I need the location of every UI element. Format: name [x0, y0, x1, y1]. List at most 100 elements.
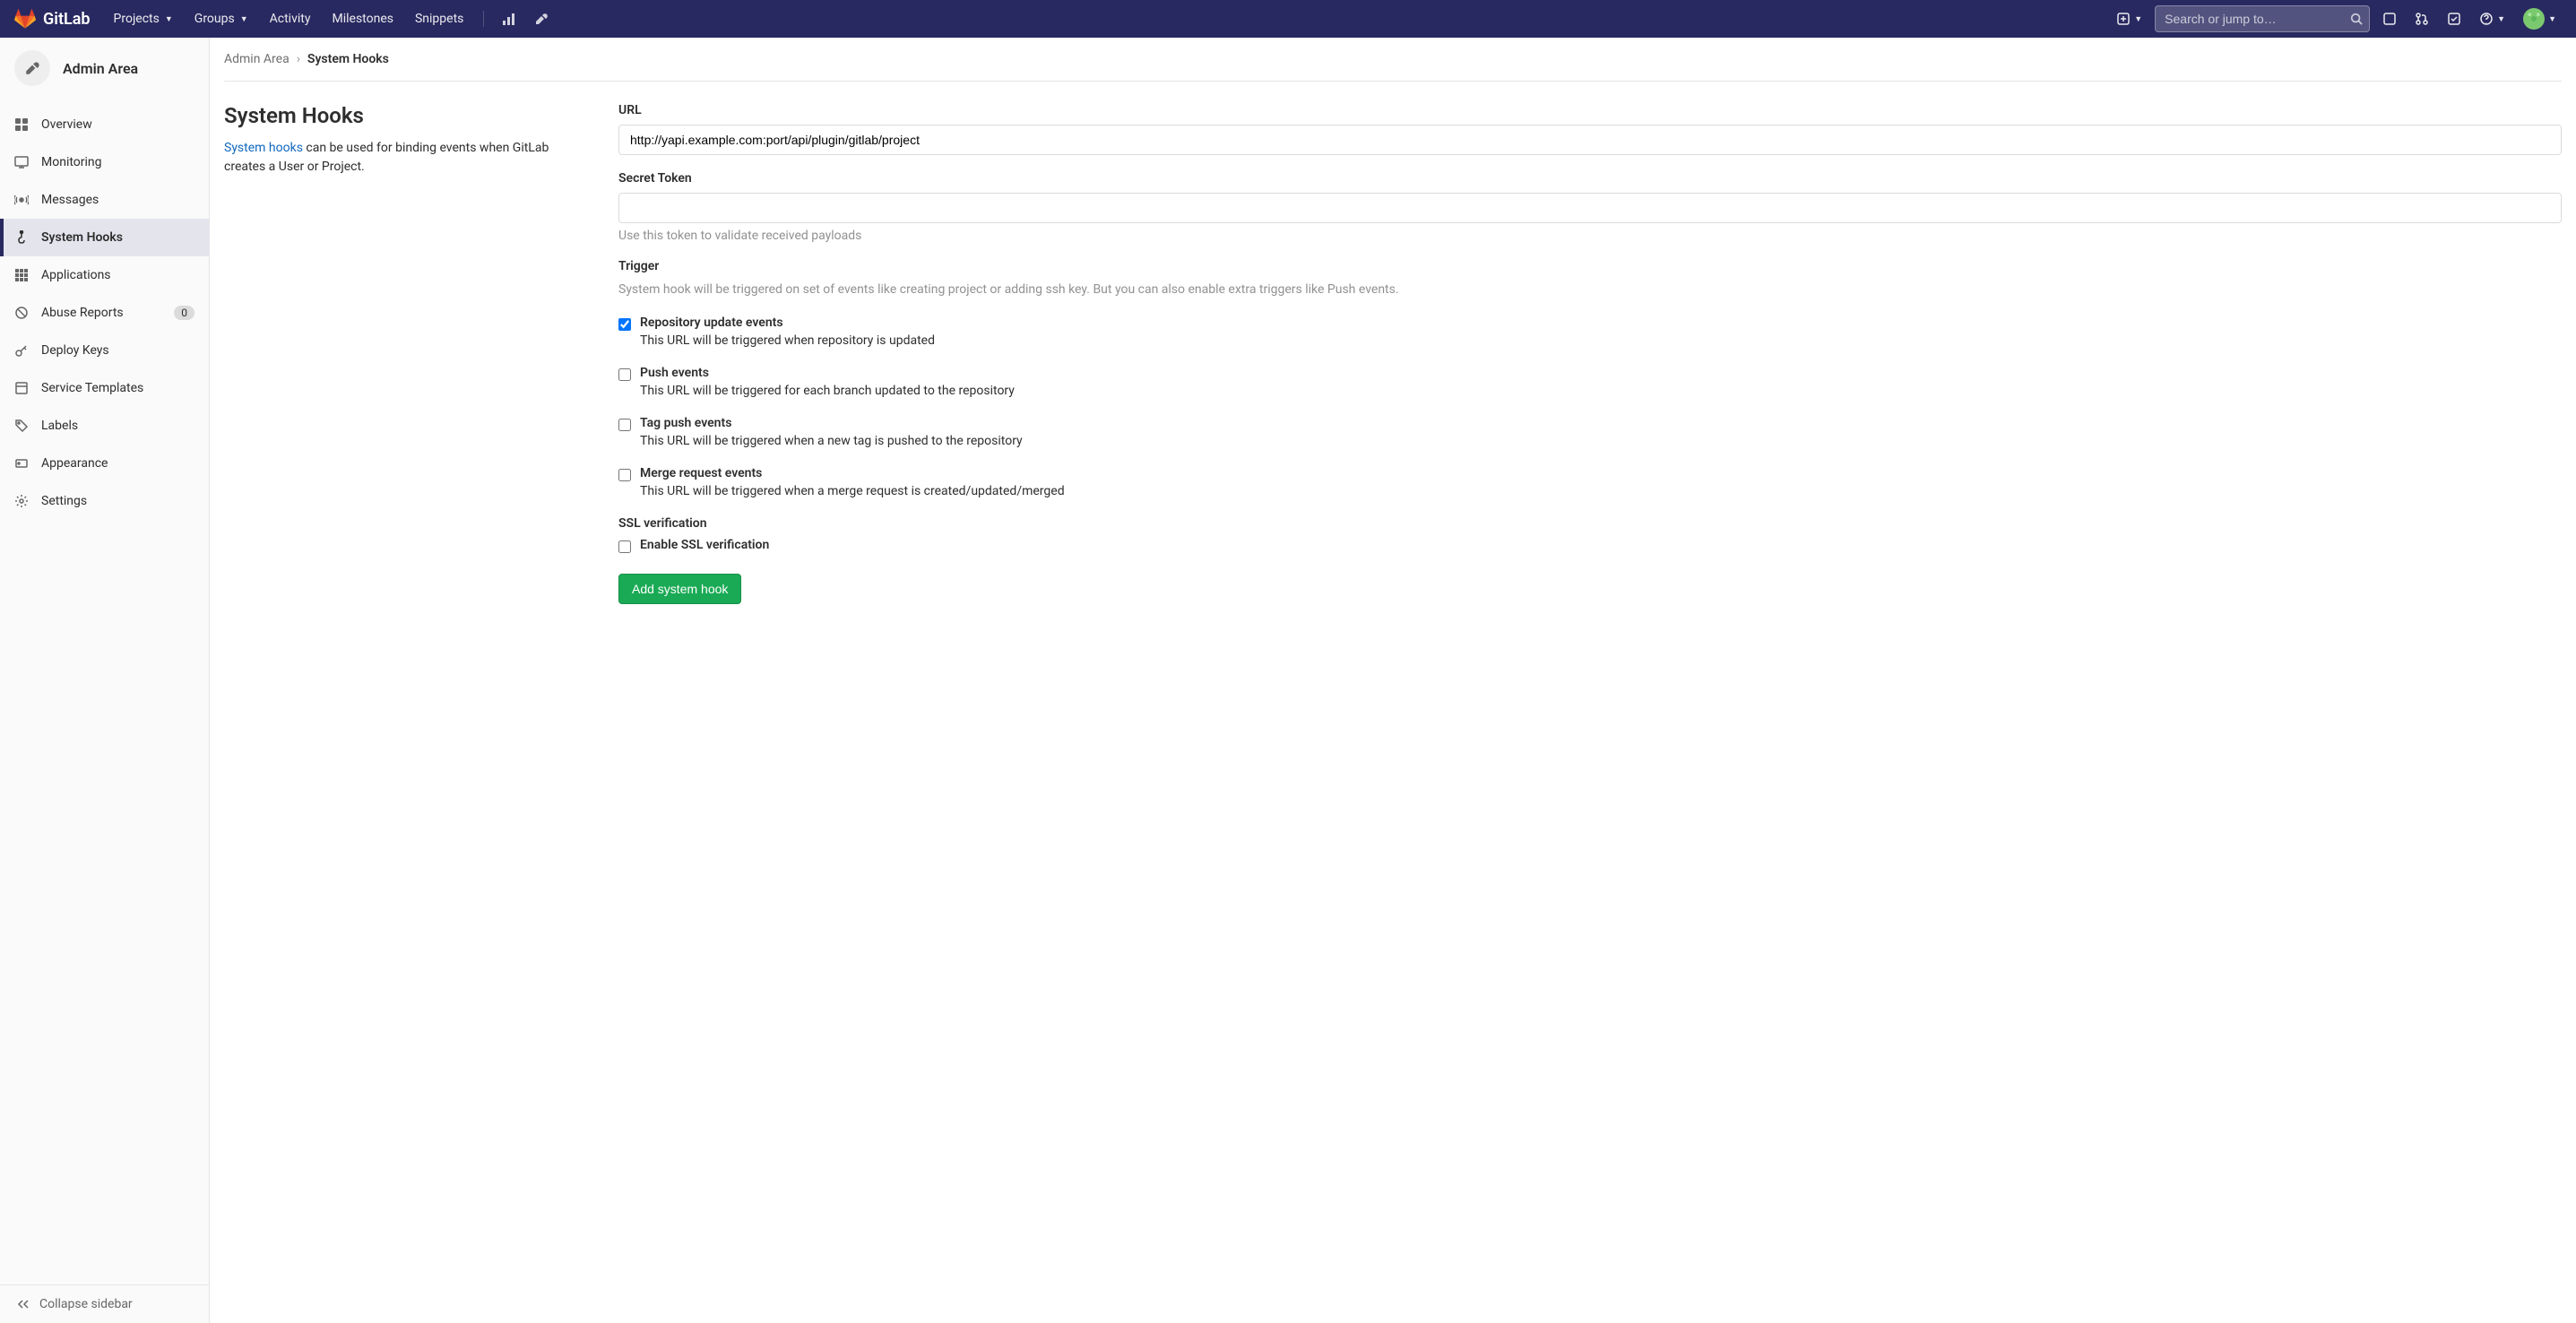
top-navigation: GitLab Projects▼ Groups▼ Activity Milest… [0, 0, 2576, 38]
checkbox-desc: This URL will be triggered for each bran… [640, 384, 1015, 398]
merge-request-checkbox[interactable] [618, 469, 631, 481]
key-icon [14, 343, 29, 358]
nav-analytics-icon[interactable] [495, 6, 523, 31]
sidebar-item-label: Monitoring [41, 155, 102, 169]
trigger-group: Trigger System hook will be triggered on… [618, 259, 2562, 498]
tag-push-checkbox[interactable] [618, 419, 631, 431]
nav-projects[interactable]: Projects▼ [105, 3, 182, 35]
sidebar-item-overview[interactable]: Overview [0, 106, 209, 143]
search-container [2155, 5, 2370, 32]
sidebar-header[interactable]: Admin Area [0, 38, 209, 99]
collapse-sidebar[interactable]: Collapse sidebar [0, 1284, 209, 1323]
add-system-hook-button[interactable]: Add system hook [618, 574, 741, 604]
sidebar-nav: Overview Monitoring Messages System Hook… [0, 99, 209, 1284]
sidebar-item-label: Appearance [41, 456, 108, 471]
secret-token-label: Secret Token [618, 171, 2562, 186]
ssl-group: SSL verification Enable SSL verification [618, 516, 2562, 556]
nav-admin-wrench-icon[interactable] [527, 6, 556, 31]
issues-icon[interactable] [2377, 6, 2402, 31]
trigger-description: System hook will be triggered on set of … [618, 281, 2562, 299]
url-input[interactable] [618, 125, 2562, 155]
secret-token-help: Use this token to validate received payl… [618, 229, 2562, 243]
sidebar-title: Admin Area [63, 60, 138, 77]
sidebar-item-label: Applications [41, 268, 111, 282]
sidebar-item-appearance[interactable]: Appearance [0, 445, 209, 482]
content: Admin Area › System Hooks System Hooks S… [210, 38, 2576, 1323]
sidebar-item-label: System Hooks [41, 230, 123, 245]
chevron-down-icon: ▼ [2497, 14, 2505, 24]
secret-token-input[interactable] [618, 193, 2562, 223]
applications-icon [14, 268, 29, 282]
sidebar-item-label: Service Templates [41, 381, 143, 395]
form-column: URL Secret Token Use this token to valid… [618, 103, 2562, 604]
appearance-icon [14, 456, 29, 471]
gitlab-logo-text: GitLab [43, 10, 91, 29]
sidebar-item-system-hooks[interactable]: System Hooks [0, 219, 209, 256]
nav-groups[interactable]: Groups▼ [186, 3, 257, 35]
sidebar-item-label: Overview [41, 117, 92, 132]
sidebar-item-label: Labels [41, 419, 78, 433]
system-hooks-link[interactable]: System hooks [224, 141, 303, 155]
sidebar-item-monitoring[interactable]: Monitoring [0, 143, 209, 181]
sidebar-item-deploy-keys[interactable]: Deploy Keys [0, 332, 209, 369]
nav-snippets[interactable]: Snippets [406, 3, 472, 35]
broadcast-icon [14, 193, 29, 207]
chevron-down-icon: ▼ [240, 14, 248, 24]
checkbox-label: Repository update events [640, 316, 935, 330]
url-label: URL [618, 103, 2562, 117]
search-input[interactable] [2155, 5, 2370, 32]
gitlab-logo[interactable]: GitLab [14, 8, 91, 30]
label-icon [14, 419, 29, 433]
template-icon [14, 381, 29, 395]
checkbox-desc: This URL will be triggered when a merge … [640, 484, 1065, 498]
chevron-right-icon: › [297, 52, 300, 66]
sidebar-item-applications[interactable]: Applications [0, 256, 209, 294]
ssl-label: SSL verification [618, 516, 2562, 531]
sidebar-item-messages[interactable]: Messages [0, 181, 209, 219]
breadcrumb-current: System Hooks [307, 52, 389, 66]
collapse-label: Collapse sidebar [39, 1297, 133, 1311]
abuse-count-badge: 0 [174, 306, 194, 320]
push-events-checkbox[interactable] [618, 368, 631, 381]
repository-update-checkbox[interactable] [618, 318, 631, 331]
breadcrumb: Admin Area › System Hooks [224, 38, 2562, 82]
user-menu[interactable]: ▼ [2518, 3, 2562, 35]
chevron-down-icon: ▼ [2548, 14, 2556, 24]
trigger-push-events: Push events This URL will be triggered f… [618, 366, 2562, 398]
url-group: URL [618, 103, 2562, 155]
chevron-down-icon: ▼ [165, 14, 173, 24]
main-body: System Hooks System hooks can be used fo… [224, 82, 2562, 626]
topnav-left: GitLab Projects▼ Groups▼ Activity Milest… [14, 3, 556, 35]
checkbox-desc: This URL will be triggered when a new ta… [640, 434, 1023, 448]
abuse-icon [14, 306, 29, 320]
sidebar-item-service-templates[interactable]: Service Templates [0, 369, 209, 407]
merge-requests-icon[interactable] [2409, 6, 2434, 31]
help-dropdown[interactable]: ▼ [2474, 6, 2511, 31]
page-description: System hooks can be used for binding eve… [224, 139, 565, 177]
gitlab-logo-icon [14, 8, 36, 30]
plus-dropdown[interactable]: ▼ [2111, 6, 2148, 31]
sidebar-item-abuse-reports[interactable]: Abuse Reports 0 [0, 294, 209, 332]
sidebar-item-label: Settings [41, 494, 87, 508]
trigger-repository-update: Repository update events This URL will b… [618, 316, 2562, 348]
trigger-tag-push: Tag push events This URL will be trigger… [618, 416, 2562, 448]
checkbox-desc: This URL will be triggered when reposito… [640, 333, 935, 348]
checkbox-label: Merge request events [640, 466, 1065, 480]
nav-milestones[interactable]: Milestones [323, 3, 402, 35]
nav-activity[interactable]: Activity [261, 3, 320, 35]
layout: Admin Area Overview Monitoring Messages … [0, 38, 2576, 1323]
checkbox-label: Push events [640, 366, 1015, 380]
sidebar-item-label: Deploy Keys [41, 343, 109, 358]
sidebar-item-labels[interactable]: Labels [0, 407, 209, 445]
sidebar-item-label: Abuse Reports [41, 306, 124, 320]
todos-icon[interactable] [2442, 6, 2467, 31]
topnav-right: ▼ ▼ ▼ [2111, 3, 2562, 35]
sidebar-item-settings[interactable]: Settings [0, 482, 209, 520]
checkbox-label: Enable SSL verification [640, 538, 769, 552]
collapse-icon [14, 1297, 29, 1311]
monitor-icon [14, 155, 29, 169]
chevron-down-icon: ▼ [2134, 14, 2142, 24]
breadcrumb-root[interactable]: Admin Area [224, 52, 290, 66]
ssl-verification-checkbox[interactable] [618, 540, 631, 553]
search-icon [2350, 13, 2363, 25]
